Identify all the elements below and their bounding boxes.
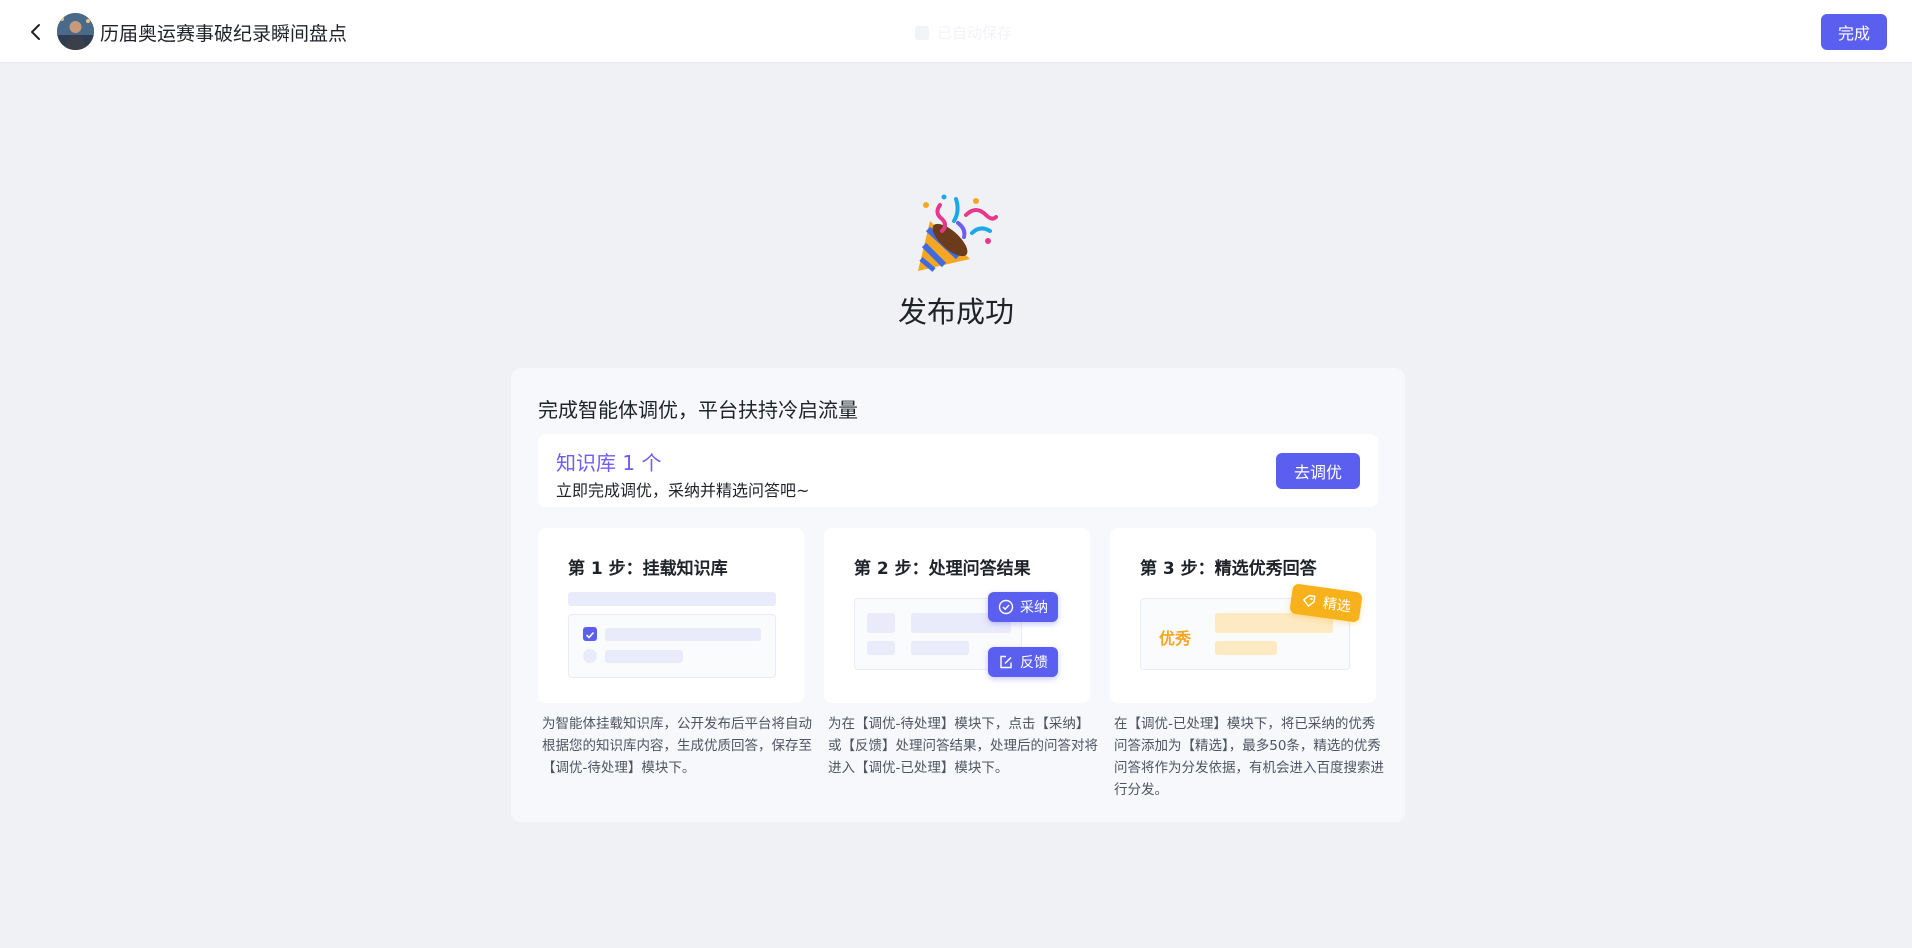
adopt-tag: 采纳: [988, 592, 1058, 622]
chevron-left-icon: [31, 24, 40, 40]
step-description-1: 为智能体挂载知识库，公开发布后平台将自动根据您的知识库内容，生成优质回答，保存至…: [542, 716, 812, 776]
edit-icon: [1000, 655, 1012, 669]
save-status: 已自动保存: [915, 22, 1012, 43]
placeholder-bar: [911, 641, 969, 655]
step-title-1: 第 1 步：挂载知识库: [568, 559, 728, 579]
select-label: 精选: [1321, 595, 1352, 616]
step-description-2: 为在【调优-待处理】模块下，点击【采纳】或【反馈】处理问答结果，处理后的问答对将…: [828, 716, 1098, 776]
top-bar: 历届奥运赛事破纪录瞬间盘点 已自动保存 完成: [0, 0, 1912, 63]
placeholder-bar: [568, 592, 776, 606]
tuning-panel: 完成智能体调优，平台扶持冷启流量 知识库 1 个 立即完成调优，采纳并精选问答吧…: [511, 368, 1405, 822]
feedback-label: 反馈: [1020, 655, 1048, 671]
cloud-icon: [915, 25, 929, 40]
knowledge-count: 知识库 1 个: [556, 451, 662, 475]
step-card-3: 第 3 步：精选优秀回答 优秀 精选: [1110, 528, 1376, 703]
tag-icon: [1303, 594, 1316, 607]
checkbox-checked-icon: [583, 627, 597, 641]
placeholder-bar: [867, 613, 895, 633]
placeholder-bar: [605, 650, 683, 663]
feedback-tag: 反馈: [988, 647, 1058, 677]
knowledge-card: 知识库 1 个 立即完成调优，采纳并精选问答吧~ 去调优: [538, 434, 1378, 507]
placeholder-bar: [1215, 641, 1277, 655]
step-title-3: 第 3 步：精选优秀回答: [1140, 559, 1317, 579]
knowledge-subtitle: 立即完成调优，采纳并精选问答吧~: [556, 481, 810, 500]
party-popper-icon: [914, 193, 998, 275]
back-button[interactable]: [22, 18, 50, 46]
agent-title: 历届奥运赛事破纪录瞬间盘点: [100, 23, 348, 45]
success-title: 发布成功: [897, 295, 1014, 329]
save-status-text: 已自动保存: [937, 24, 1013, 42]
go-tune-button[interactable]: 去调优: [1276, 453, 1360, 489]
placeholder-bar: [605, 628, 761, 641]
checkbox-icon: [583, 649, 597, 663]
kb-list-illustration: [568, 614, 776, 678]
step-description-3: 在【调优-已处理】模块下，将已采纳的优秀问答添加为【精选】，最多50条，精选的优…: [1114, 716, 1384, 798]
step-title-2: 第 2 步：处理问答结果: [854, 559, 1031, 579]
agent-avatar: [57, 13, 94, 50]
placeholder-bar: [867, 641, 895, 655]
check-circle-icon: [998, 599, 1014, 615]
panel-title: 完成智能体调优，平台扶持冷启流量: [538, 398, 858, 422]
excellent-label: 优秀: [1159, 629, 1192, 648]
adopt-label: 采纳: [1020, 600, 1048, 616]
step-card-1: 第 1 步：挂载知识库: [538, 528, 804, 703]
done-button[interactable]: 完成: [1821, 14, 1887, 50]
step-card-2: 第 2 步：处理问答结果 采纳 反馈: [824, 528, 1090, 703]
